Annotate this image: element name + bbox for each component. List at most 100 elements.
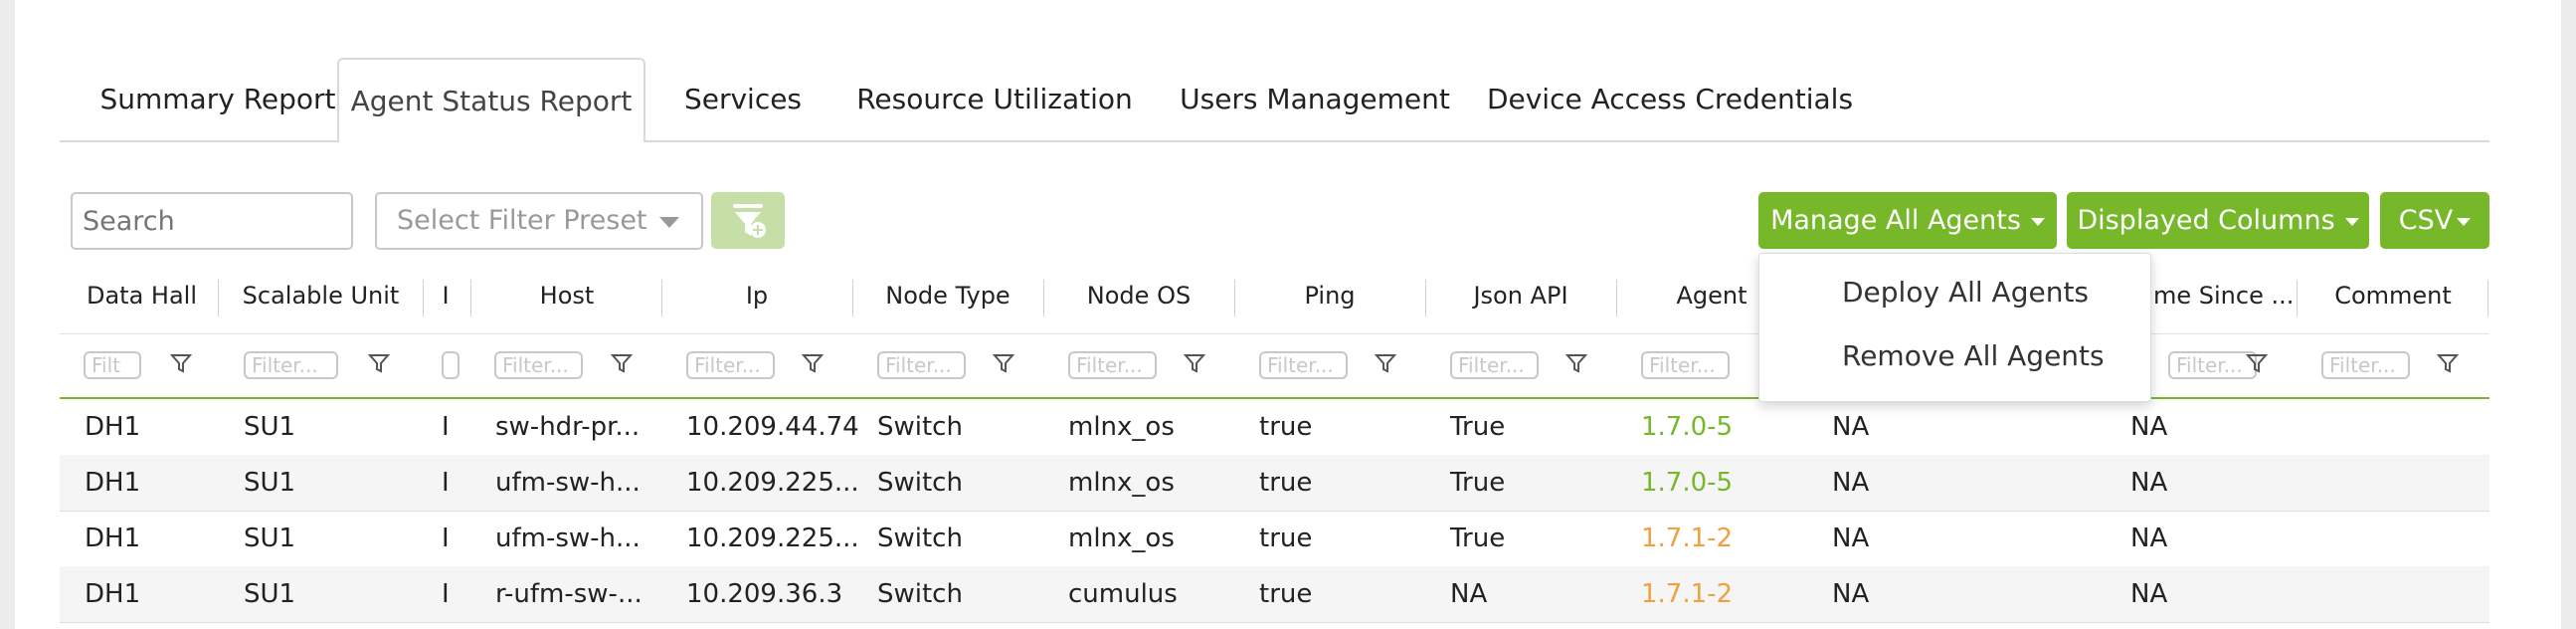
table-row[interactable]: DH1 SU1 I sw-hdr-pr... 10.209.44.74 Swit… bbox=[60, 399, 2489, 456]
cell-time-since: NA bbox=[2130, 524, 2168, 553]
filter-input-scalable-unit[interactable]: Filter... bbox=[244, 351, 338, 379]
cell-node-os: cumulus bbox=[1068, 579, 1178, 609]
column-header-ping[interactable]: Ping bbox=[1234, 282, 1425, 310]
column-header-node-type[interactable]: Node Type bbox=[852, 282, 1043, 310]
tab-resource-utilization[interactable]: Resource Utilization bbox=[840, 58, 1149, 140]
displayed-columns-button[interactable]: Displayed Columns bbox=[2067, 192, 2369, 249]
column-separator bbox=[218, 280, 219, 316]
filter-input-node-os[interactable]: Filter... bbox=[1068, 351, 1157, 379]
cell-scalable-unit: SU1 bbox=[244, 468, 296, 498]
cell-ping: true bbox=[1259, 412, 1313, 442]
filter-input-i[interactable] bbox=[442, 351, 460, 379]
table-row[interactable]: DH1 SU1 I ufm-sw-h... 10.209.225... Swit… bbox=[60, 511, 2489, 567]
caret-down-icon bbox=[2030, 217, 2045, 226]
cell-data-hall: DH1 bbox=[85, 412, 141, 442]
cell-host: ufm-sw-h... bbox=[495, 468, 641, 498]
cell-host: sw-hdr-pr... bbox=[495, 412, 641, 442]
column-header-time-since[interactable]: me Since ... bbox=[2153, 282, 2293, 310]
cell-host: r-ufm-sw-... bbox=[495, 579, 643, 609]
column-separator bbox=[2487, 280, 2488, 316]
filter-input-host[interactable]: Filter... bbox=[494, 351, 583, 379]
filter-funnel-icon[interactable] bbox=[2437, 352, 2459, 374]
remove-all-agents-menu-item[interactable]: Remove All Agents bbox=[1842, 339, 2105, 372]
filter-preset-select[interactable]: Select Filter Preset bbox=[375, 192, 703, 250]
tab-users-management[interactable]: Users Management bbox=[1149, 58, 1481, 140]
filter-input-data-hall[interactable]: Filt bbox=[84, 351, 141, 379]
cell-agent-version: 1.7.0-5 bbox=[1641, 412, 1734, 442]
cell-json-api: True bbox=[1450, 524, 1506, 553]
table-row[interactable]: DH1 SU1 I r-ufm-sw-... 10.209.36.3 Switc… bbox=[60, 566, 2489, 623]
cell-ip: 10.209.36.3 bbox=[686, 579, 843, 609]
filter-funnel-icon[interactable] bbox=[170, 352, 192, 374]
tab-services[interactable]: Services bbox=[645, 58, 840, 140]
column-header-data-hall[interactable]: Data Hall bbox=[80, 282, 204, 310]
filter-input-node-type[interactable]: Filter... bbox=[877, 351, 966, 379]
caret-down-icon bbox=[2457, 217, 2472, 226]
cell-data-hall: DH1 bbox=[85, 524, 141, 553]
cell-na: NA bbox=[1832, 412, 1870, 442]
filter-funnel-icon[interactable] bbox=[2246, 352, 2268, 374]
cell-i: I bbox=[442, 412, 450, 442]
filter-input-json-api[interactable]: Filter... bbox=[1450, 351, 1539, 379]
filter-funnel-icon[interactable] bbox=[802, 352, 824, 374]
cell-scalable-unit: SU1 bbox=[244, 579, 296, 609]
filter-funnel-icon[interactable] bbox=[993, 352, 1014, 374]
filter-input-time-since[interactable]: Filter... bbox=[2168, 351, 2257, 379]
search-input[interactable] bbox=[71, 192, 353, 250]
cell-time-since: NA bbox=[2130, 468, 2168, 498]
cell-json-api: NA bbox=[1450, 579, 1488, 609]
filter-funnel-icon[interactable] bbox=[1565, 352, 1587, 374]
column-header-i[interactable]: I bbox=[431, 282, 460, 310]
cell-scalable-unit: SU1 bbox=[244, 412, 296, 442]
cell-ping: true bbox=[1259, 579, 1313, 609]
cell-na: NA bbox=[1832, 579, 1870, 609]
filter-preset-placeholder: Select Filter Preset bbox=[397, 205, 647, 236]
tab-agent-status-report[interactable]: Agent Status Report bbox=[337, 58, 645, 142]
deploy-all-agents-menu-item[interactable]: Deploy All Agents bbox=[1842, 276, 2089, 309]
cell-ip: 10.209.225... bbox=[686, 468, 859, 498]
column-header-comment[interactable]: Comment bbox=[2297, 282, 2489, 310]
filter-input-ping[interactable]: Filter... bbox=[1259, 351, 1348, 379]
manage-agents-menu: Deploy All Agents Remove All Agents bbox=[1758, 253, 2151, 402]
column-separator bbox=[423, 280, 424, 316]
cell-time-since: NA bbox=[2130, 412, 2168, 442]
column-header-node-os[interactable]: Node OS bbox=[1043, 282, 1234, 310]
cell-data-hall: DH1 bbox=[85, 579, 141, 609]
filter-input-agent[interactable]: Filter... bbox=[1641, 351, 1730, 379]
cell-node-os: mlnx_os bbox=[1068, 524, 1175, 553]
cell-ping: true bbox=[1259, 468, 1313, 498]
tab-device-access-credentials[interactable]: Device Access Credentials bbox=[1481, 58, 1859, 140]
filter-input-ip[interactable]: Filter... bbox=[686, 351, 775, 379]
cell-ip: 10.209.225... bbox=[686, 524, 859, 553]
cell-data-hall: DH1 bbox=[85, 468, 141, 498]
csv-button[interactable]: CSV bbox=[2380, 192, 2489, 249]
tab-summary-report[interactable]: Summary Report bbox=[60, 58, 376, 140]
filter-add-icon bbox=[733, 204, 766, 238]
chevron-down-icon bbox=[659, 217, 679, 228]
column-header-scalable-unit[interactable]: Scalable Unit bbox=[234, 282, 408, 310]
cell-na: NA bbox=[1832, 524, 1870, 553]
csv-label: CSV bbox=[2398, 205, 2454, 236]
filter-funnel-icon[interactable] bbox=[1375, 352, 1396, 374]
column-header-json-api[interactable]: Json API bbox=[1425, 282, 1616, 310]
cell-json-api: True bbox=[1450, 468, 1506, 498]
cell-agent-version: 1.7.1-2 bbox=[1641, 579, 1734, 609]
displayed-columns-label: Displayed Columns bbox=[2077, 205, 2335, 236]
filter-funnel-icon[interactable] bbox=[1184, 352, 1205, 374]
filter-input-comment[interactable]: Filter... bbox=[2321, 351, 2410, 379]
cell-agent-version: 1.7.0-5 bbox=[1641, 468, 1734, 498]
cell-node-os: mlnx_os bbox=[1068, 412, 1175, 442]
cell-node-type: Switch bbox=[877, 579, 963, 609]
cell-agent-version: 1.7.1-2 bbox=[1641, 524, 1734, 553]
add-filter-button[interactable] bbox=[711, 192, 785, 249]
cell-i: I bbox=[442, 468, 450, 498]
column-header-host[interactable]: Host bbox=[477, 282, 656, 310]
column-header-ip[interactable]: Ip bbox=[661, 282, 852, 310]
cell-ping: true bbox=[1259, 524, 1313, 553]
manage-all-agents-button[interactable]: Manage All Agents bbox=[1758, 192, 2057, 249]
filter-funnel-icon[interactable] bbox=[611, 352, 633, 374]
table-row[interactable]: DH1 SU1 I ufm-sw-h... 10.209.225... Swit… bbox=[60, 455, 2489, 512]
filter-funnel-icon[interactable] bbox=[368, 352, 390, 374]
cell-i: I bbox=[442, 579, 450, 609]
cell-ip: 10.209.44.74 bbox=[686, 412, 859, 442]
